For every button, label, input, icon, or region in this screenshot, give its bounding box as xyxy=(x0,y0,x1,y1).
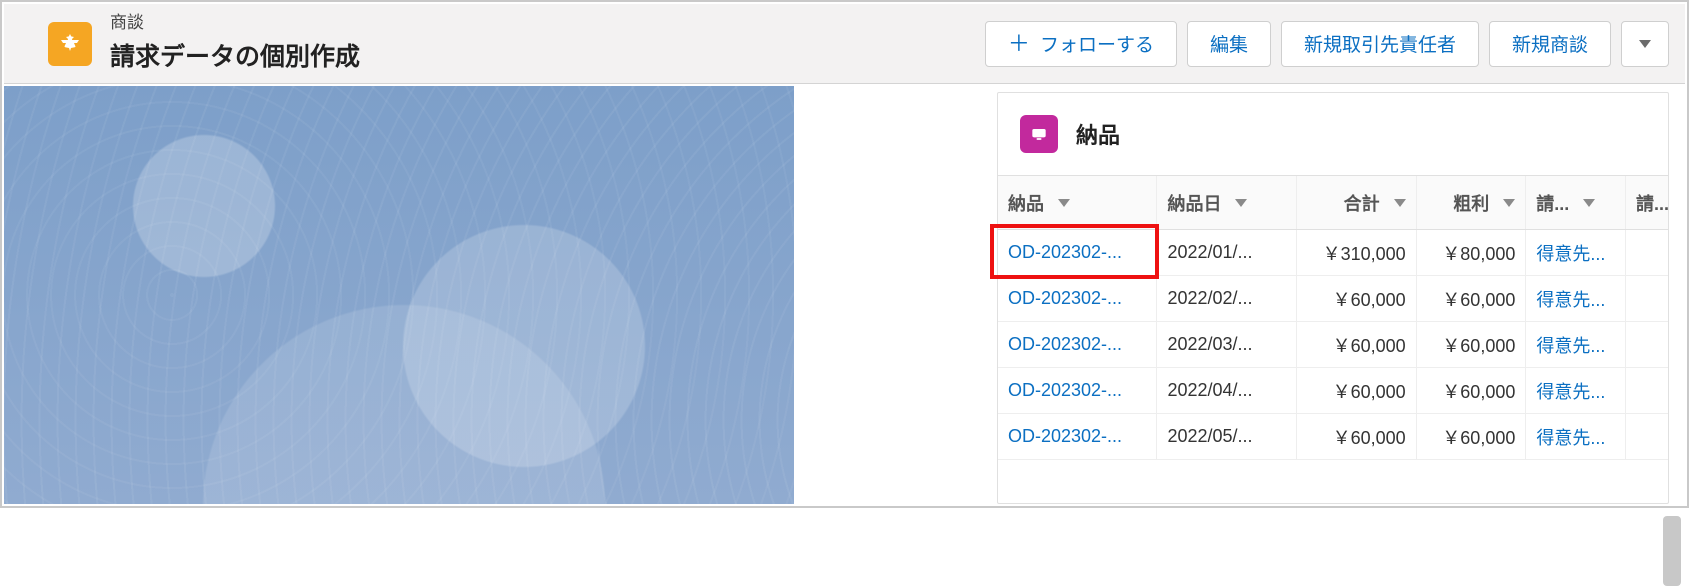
cell-date: 2022/04/... xyxy=(1157,368,1297,413)
table-header: 納品 納品日 合計 粗利 請... 請... xyxy=(998,176,1668,230)
item-link[interactable]: OD-202302-... xyxy=(1008,242,1122,263)
chevron-down-icon xyxy=(1235,199,1247,207)
cell-date: 2022/05/... xyxy=(1157,414,1297,459)
cell-date: 2022/02/... xyxy=(1157,276,1297,321)
chevron-down-icon xyxy=(1583,199,1595,207)
cell-total: ￥60,000 xyxy=(1297,414,1417,459)
cell-billing: 得意先... xyxy=(1526,230,1626,275)
follow-button[interactable]: ＋ フォローする xyxy=(985,21,1177,67)
cell-item: OD-202302-... xyxy=(998,368,1157,413)
cell-billing-b xyxy=(1626,414,1668,459)
cell-profit: ￥80,000 xyxy=(1417,230,1527,275)
cell-item: OD-202302-... xyxy=(998,414,1157,459)
cell-billing: 得意先... xyxy=(1526,414,1626,459)
page-header: 商談 請求データの個別作成 ＋ フォローする 編集 新規取引先責任者 新規商談 xyxy=(4,4,1685,84)
table-row: OD-202302-...2022/03/...￥60,000￥60,000得意… xyxy=(998,322,1668,368)
more-actions-button[interactable] xyxy=(1621,21,1669,67)
cell-billing: 得意先... xyxy=(1526,322,1626,367)
billing-link[interactable]: 得意先... xyxy=(1536,378,1605,404)
cell-profit: ￥60,000 xyxy=(1417,414,1527,459)
cell-profit: ￥60,000 xyxy=(1417,276,1527,321)
item-link[interactable]: OD-202302-... xyxy=(1008,380,1122,401)
item-link[interactable]: OD-202302-... xyxy=(1008,426,1122,447)
cell-date: 2022/01/... xyxy=(1157,230,1297,275)
item-link[interactable]: OD-202302-... xyxy=(1008,288,1122,309)
delivery-panel: 納品 納品 納品日 合計 粗利 請... 請... OD-202302-... 2… xyxy=(997,92,1669,504)
table-row: OD-202302-...2022/02/...￥60,000￥60,000得意… xyxy=(998,276,1668,322)
col-profit-label: 粗利 xyxy=(1453,190,1489,216)
cell-profit: ￥60,000 xyxy=(1417,368,1527,413)
table-row: OD-202302-... 2022/01/...￥310,000￥80,000 得… xyxy=(998,230,1668,276)
cell-total: ￥60,000 xyxy=(1297,276,1417,321)
opportunity-icon xyxy=(48,22,92,66)
col-total[interactable]: 合計 xyxy=(1297,176,1417,229)
chevron-down-icon xyxy=(1058,199,1070,207)
chevron-down-icon xyxy=(1639,40,1651,48)
follow-label: フォローする xyxy=(1040,30,1154,57)
cell-billing: 得意先... xyxy=(1526,368,1626,413)
panel-title: 納品 xyxy=(1076,118,1120,150)
chevron-down-icon xyxy=(1394,199,1406,207)
plus-icon: ＋ xyxy=(1008,33,1030,55)
delivery-icon xyxy=(1020,115,1058,153)
edit-button[interactable]: 編集 xyxy=(1187,21,1271,67)
billing-link[interactable]: 得意先... xyxy=(1536,424,1605,450)
col-date-label: 納品日 xyxy=(1167,190,1221,216)
billing-link[interactable]: 得意先... xyxy=(1536,240,1605,266)
col-profit[interactable]: 粗利 xyxy=(1417,176,1527,229)
cell-item: OD-202302-... xyxy=(998,276,1157,321)
chevron-down-icon xyxy=(1503,199,1515,207)
cell-billing-b xyxy=(1626,276,1668,321)
table-body: OD-202302-... 2022/01/...￥310,000￥80,000 得… xyxy=(998,230,1668,460)
cell-billing: 得意先... xyxy=(1526,276,1626,321)
item-link[interactable]: OD-202302-... xyxy=(1008,334,1122,355)
object-label: 商談 xyxy=(110,14,360,33)
delivery-table: 納品 納品日 合計 粗利 請... 請... OD-202302-... 2022… xyxy=(998,175,1668,460)
cell-item: OD-202302-... xyxy=(998,322,1157,367)
col-item-label: 納品 xyxy=(1008,190,1044,216)
cell-profit: ￥60,000 xyxy=(1417,322,1527,367)
cell-item: OD-202302-... xyxy=(998,230,1157,275)
col-item[interactable]: 納品 xyxy=(998,176,1157,229)
cell-billing-b xyxy=(1626,230,1668,275)
billing-link[interactable]: 得意先... xyxy=(1536,286,1605,312)
page-title: 請求データの個別作成 xyxy=(110,37,360,73)
col-billing-a[interactable]: 請... xyxy=(1526,176,1626,229)
header-actions: ＋ フォローする 編集 新規取引先責任者 新規商談 xyxy=(985,21,1669,67)
table-row: OD-202302-...2022/04/...￥60,000￥60,000得意… xyxy=(998,368,1668,414)
billing-link[interactable]: 得意先... xyxy=(1536,332,1605,358)
col-billing-b[interactable]: 請... xyxy=(1626,176,1668,229)
col-billing-b-label: 請... xyxy=(1636,190,1669,216)
cell-total: ￥310,000 xyxy=(1297,230,1417,275)
scrollbar-thumb[interactable] xyxy=(1663,516,1681,586)
cell-total: ￥60,000 xyxy=(1297,322,1417,367)
new-contact-button[interactable]: 新規取引先責任者 xyxy=(1281,21,1479,67)
col-date[interactable]: 納品日 xyxy=(1157,176,1297,229)
table-row: OD-202302-...2022/05/...￥60,000￥60,000得意… xyxy=(998,414,1668,460)
col-billing-a-label: 請... xyxy=(1536,190,1569,216)
new-opportunity-button[interactable]: 新規商談 xyxy=(1489,21,1611,67)
cell-billing-b xyxy=(1626,368,1668,413)
cell-billing-b xyxy=(1626,322,1668,367)
cell-total: ￥60,000 xyxy=(1297,368,1417,413)
cell-date: 2022/03/... xyxy=(1157,322,1297,367)
col-total-label: 合計 xyxy=(1344,190,1380,216)
